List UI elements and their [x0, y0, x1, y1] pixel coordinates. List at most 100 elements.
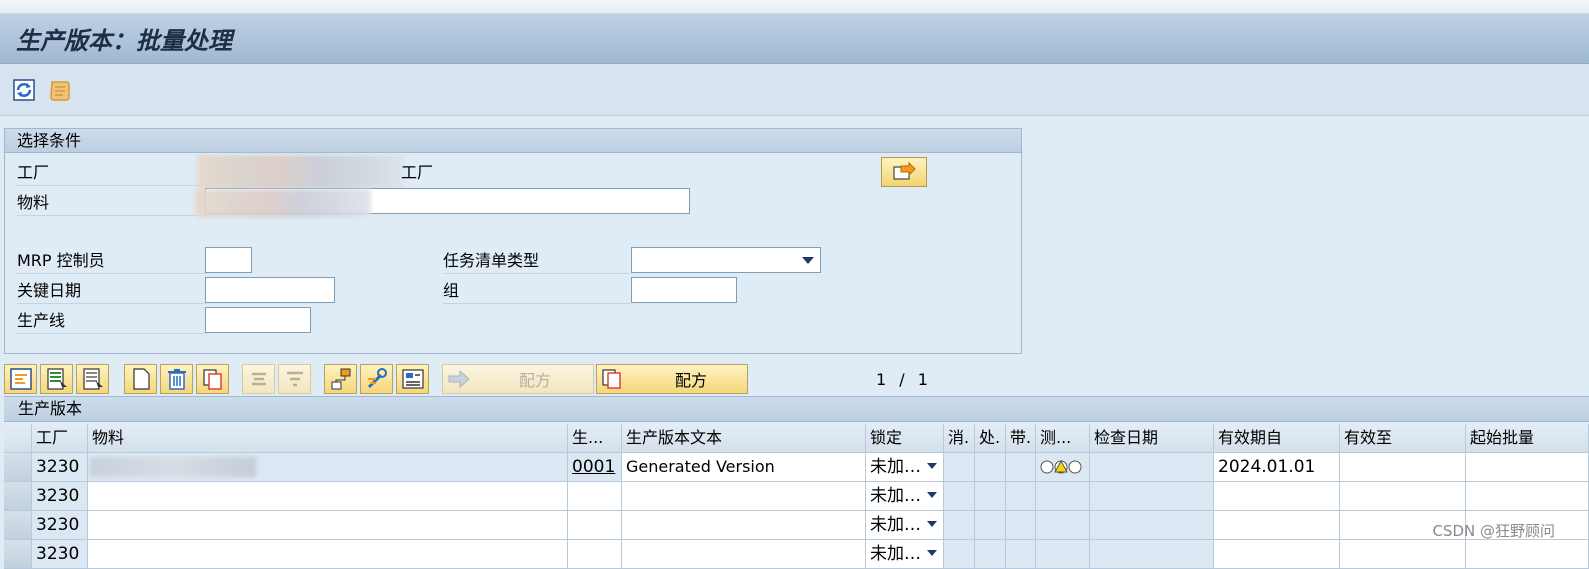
details-icon — [9, 367, 33, 391]
scroll-icon[interactable] — [46, 76, 74, 104]
plant-cell: 3230 — [32, 453, 88, 482]
plant-cell: 3230 — [32, 482, 88, 511]
table-row: 3230 未加… — [4, 482, 1589, 511]
chevron-down-icon — [927, 463, 937, 469]
layout-button[interactable] — [396, 364, 429, 394]
page-separator: / — [899, 370, 904, 389]
recipe-disabled-button[interactable]: 配方 — [442, 364, 594, 394]
lock-dropdown[interactable]: 未加… — [866, 511, 944, 540]
valid-from-input[interactable] — [1214, 482, 1340, 511]
production-line-input[interactable] — [205, 307, 311, 333]
lock-value: 未加… — [870, 457, 921, 477]
material-input[interactable] — [88, 482, 568, 511]
select-all-icon — [45, 367, 69, 391]
material-input[interactable] — [88, 511, 568, 540]
processing-cell — [975, 453, 1006, 482]
row-selector[interactable] — [4, 482, 32, 511]
selection-criteria-header: 选择条件 — [5, 129, 1021, 153]
sort-icon — [248, 368, 270, 390]
row-selector[interactable] — [4, 453, 32, 482]
chevron-down-icon — [927, 550, 937, 556]
from-lot-size-input[interactable] — [1466, 482, 1589, 511]
row-selector[interactable] — [4, 511, 32, 540]
traffic-light-icon — [1040, 459, 1084, 475]
page-indicator: 1 / 1 — [876, 370, 928, 389]
details-button[interactable] — [4, 364, 37, 394]
key-date-input[interactable] — [205, 277, 335, 303]
recipe-label: 配方 — [675, 367, 707, 391]
production-line-label: 生产线 — [17, 309, 207, 334]
check-date-cell — [1090, 511, 1214, 540]
copy-button[interactable] — [196, 364, 229, 394]
select-all-button[interactable] — [40, 364, 73, 394]
chevron-down-icon — [802, 257, 814, 264]
total-pages: 1 — [918, 370, 928, 389]
column-header-version-text[interactable]: 生产版本文本 — [622, 424, 866, 453]
column-header-version[interactable]: 生... — [568, 424, 622, 453]
lock-dropdown[interactable]: 未加… — [866, 453, 944, 482]
valid-from-input[interactable]: 2024.01.01 — [1214, 453, 1340, 482]
column-header-material[interactable]: 物料 — [88, 424, 568, 453]
processing-cell — [975, 511, 1006, 540]
trash-icon — [166, 367, 188, 391]
lock-dropdown[interactable]: 未加… — [866, 482, 944, 511]
material-value-redacted — [195, 189, 371, 217]
version-link[interactable]: 0001 — [568, 453, 622, 482]
column-header-from-lot-size[interactable]: 起始批量 — [1466, 424, 1589, 453]
column-header-valid-to[interactable]: 有效至 — [1340, 424, 1466, 453]
delete-button[interactable] — [160, 364, 193, 394]
chevron-down-icon — [927, 521, 937, 527]
plant-label: 工厂 — [17, 161, 207, 186]
select-all-cell[interactable] — [4, 424, 32, 453]
version-text-input[interactable] — [622, 482, 866, 511]
version-text-input[interactable] — [622, 511, 866, 540]
valid-from-input[interactable] — [1214, 511, 1340, 540]
chevron-down-icon — [927, 492, 937, 498]
mrp-controller-label: MRP 控制员 — [17, 249, 207, 274]
grid-title: 生产版本 — [4, 396, 1589, 422]
filter-button[interactable] — [278, 364, 311, 394]
tool-icon — [365, 367, 389, 391]
table-header-row: 工厂 物料 生... 生产版本文本 锁定 消. 处. 带. 测... 检查日期 … — [4, 424, 1589, 453]
refresh-icon[interactable] — [10, 76, 38, 104]
from-lot-size-input[interactable] — [1466, 453, 1589, 482]
lock-value: 未加… — [870, 544, 921, 564]
column-header-check-date[interactable]: 检查日期 — [1090, 424, 1214, 453]
task-list-type-dropdown[interactable] — [631, 247, 821, 273]
column-header-with[interactable]: 带. — [1006, 424, 1036, 453]
column-header-lock[interactable]: 锁定 — [866, 424, 944, 453]
with-cell — [1006, 482, 1036, 511]
plant-cell: 3230 — [32, 511, 88, 540]
create-button[interactable] — [124, 364, 157, 394]
plant-value-redacted — [197, 155, 403, 189]
version-input[interactable] — [568, 511, 622, 540]
column-header-consumed[interactable]: 消. — [944, 424, 975, 453]
deselect-all-icon — [81, 367, 105, 391]
valid-to-input[interactable] — [1340, 453, 1466, 482]
valid-to-input[interactable] — [1340, 482, 1466, 511]
current-page: 1 — [876, 370, 886, 389]
hierarchy-button[interactable] — [324, 364, 357, 394]
copy-icon — [202, 367, 224, 391]
column-header-processing[interactable]: 处. — [975, 424, 1006, 453]
page-title: 生产版本：批量处理 — [16, 21, 232, 56]
recipe-button[interactable]: 配方 — [596, 364, 748, 394]
mrp-controller-input[interactable] — [205, 247, 252, 273]
version-input[interactable] — [568, 482, 622, 511]
column-header-valid-from[interactable]: 有效期自 — [1214, 424, 1340, 453]
sort-ascending-button[interactable] — [242, 364, 275, 394]
multiple-selection-button[interactable] — [881, 157, 927, 187]
test-status-cell — [1036, 482, 1090, 511]
task-list-type-label: 任务清单类型 — [443, 249, 631, 274]
column-header-test[interactable]: 测... — [1036, 424, 1090, 453]
version-text-input[interactable]: Generated Version — [622, 453, 866, 482]
group-input[interactable] — [631, 277, 737, 303]
arrow-right-icon — [891, 161, 917, 183]
edit-tool-button[interactable] — [360, 364, 393, 394]
lock-value: 未加… — [870, 486, 921, 506]
filter-icon — [284, 368, 306, 390]
selection-criteria-panel: 选择条件 工厂 工厂 物料 MRP 控制员 任务清单类型 关键日期 组 生产线 — [4, 128, 1022, 354]
deselect-all-button[interactable] — [76, 364, 109, 394]
column-header-plant[interactable]: 工厂 — [32, 424, 88, 453]
material-cell — [88, 453, 568, 482]
